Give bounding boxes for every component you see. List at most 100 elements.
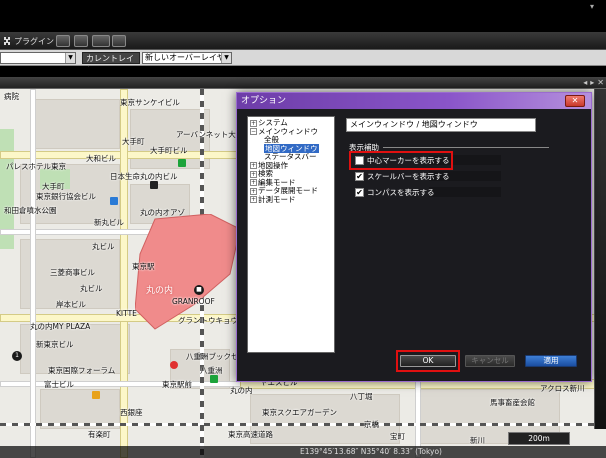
map-label: 八丁堀 [350,392,373,401]
right-dock-bar[interactable] [594,89,606,429]
main-toolbar: プラグイン [0,32,606,50]
map-label: 東京銀行協会ビル [36,192,96,201]
expand-icon[interactable]: + [250,162,257,169]
layers-icon[interactable] [112,35,126,47]
expand-icon[interactable]: + [250,119,257,127]
map-label: 大和ビル [86,154,116,163]
close-button[interactable]: ✕ [565,95,585,107]
prev-icon[interactable]: ◂ [583,78,587,87]
restaurant-icon[interactable] [92,391,100,399]
road [30,89,36,458]
expand-icon[interactable]: + [250,170,257,178]
options-tree[interactable]: + システム − メインウィンドウ 全般 地図ウィンドウ ステータスバー + 地図操作… [247,116,335,353]
close-icon: ✕ [571,96,579,105]
next-icon[interactable]: ▸ [590,78,594,87]
checkbox-checked[interactable]: ✔ [355,171,364,181]
map-label: GRANROOF [172,297,215,306]
layer-select[interactable]: 新しいオーバーレイヤー ▼ [142,52,232,72]
map-label: 丸の内 [230,386,253,395]
expand-icon[interactable]: + [250,196,257,203]
map-label: 新東京ビル [36,340,74,349]
highlight-box [396,350,460,372]
tree-item-label: 全般 [264,135,279,144]
map-label: 丸ビル [92,242,115,251]
zoom-icon[interactable] [56,35,70,47]
panel-title: メインウィンドウ / 地図ウィンドウ [346,118,536,132]
tree-item-measure-mode[interactable]: + 計測モード [250,194,334,205]
pane-buttons: ◂ ▸ ✕ [583,78,604,87]
map-pane-header: ◂ ▸ ✕ [0,77,606,89]
map-label: 新川 [470,436,485,445]
atm-icon[interactable] [110,197,118,205]
map-label: KITTE [116,309,137,318]
expand-icon[interactable]: + [250,179,257,186]
status-bar: E139°45′13.68″ N35°40′ 8.33″ (Tokyo) [0,446,606,458]
map-label: 丸の内オアゾ [140,208,185,217]
coordinates-readout: E139°45′13.68″ N35°40′ 8.33″ (Tokyo) [300,447,442,456]
railway [0,423,606,426]
map-label: 和田倉噴水公園 [4,206,57,215]
station-marker-icon[interactable]: ■ [194,285,204,295]
map-label: 有楽町 [88,430,111,439]
map-label: 日本生命丸の内ビル [110,172,178,181]
map-label: 岸本ビル [56,300,86,309]
plugin-button[interactable]: プラグイン [2,34,54,48]
plugin-icon [2,36,12,46]
tree-item-label: 計測モード [258,194,296,204]
map-label: アクロス新川 [540,384,585,393]
route-marker-icon[interactable]: 1 [12,351,22,361]
collapse-icon[interactable]: − [250,128,257,135]
tree-item-main-window[interactable]: − メインウィンドウ [250,127,334,137]
hospital-icon[interactable] [170,361,178,369]
map-label: 丸ビル [80,284,103,293]
option-scale-bar[interactable]: ✔ スケールバーを表示する [355,170,501,182]
chevron-down-icon[interactable]: ▼ [221,53,231,63]
map-label: 丸の内 [146,286,174,296]
expand-icon[interactable]: + [250,187,257,195]
map-label: パレスホテル東京 [6,162,66,171]
option-label: スケールバーを表示する [367,171,450,181]
close-pane-icon[interactable]: ✕ [597,78,604,87]
map-label: 東京スクエアガーデン [262,408,337,417]
map-label: 馬事畜産会館 [490,398,535,407]
apply-button[interactable]: 適用 [525,355,577,367]
chevron-down-icon[interactable]: ▼ [65,53,75,63]
top-menubar-area: ▾ [0,0,606,32]
map-label: 大手町ビル [150,146,188,155]
row-shade [429,187,501,197]
save-icon[interactable] [74,35,88,47]
checkbox-checked[interactable]: ✔ [355,187,364,197]
city-block [30,99,120,149]
layer-toolbar: ▼ カレントレイヤー 新しいオーバーレイヤー ▼ [0,50,606,75]
map-label: 東京国際フォーラム [48,366,116,375]
option-center-marker[interactable]: 中心マーカーを表示する [355,154,501,166]
map-label: 大手町 [122,137,145,146]
collapse-arrow-icon[interactable]: ▾ [590,2,600,11]
map-label: 東京高速道路 [228,430,273,439]
map-label: 新丸ビル [94,218,124,227]
option-label: コンパスを表示する [367,187,435,197]
options-dialog: オプション ✕ + システム − メインウィンドウ 全般 地図ウィンドウ ステータス… [236,92,592,382]
cancel-button[interactable]: キャンセル [465,355,515,367]
current-layer-label: カレントレイヤー [82,52,140,75]
scale-indicator: 200m [508,432,570,445]
print-icon[interactable] [92,35,110,47]
map-label: 西銀座 [120,408,143,417]
dialog-title: オプション [241,96,287,106]
map-label: 東京サンケイビル [120,98,180,107]
option-label: 中心マーカーを表示する [367,155,450,165]
map-label: 東京駅前 [162,380,192,389]
section-divider [383,147,549,148]
bank-icon[interactable] [150,181,158,189]
store-icon[interactable] [210,375,218,383]
dialog-titlebar[interactable]: オプション ✕ [237,93,591,109]
map-label: 京橋 [364,420,379,429]
map-select-combo[interactable]: ▼ [0,52,76,64]
settings-panel: メインウィンドウ / 地図ウィンドウ 表示補助 中心マーカーを表示する ✔ スケ… [343,116,583,353]
checkbox-unchecked[interactable] [355,155,364,165]
map-label: 三菱商事ビル [50,268,95,277]
map-label: 丸の内MY PLAZA [30,322,91,331]
shop-icon[interactable] [178,159,186,167]
app-window: ▾ プラグイン ▼ カレントレイヤー 新しいオーバーレイヤー ▼ ◂ ▸ ✕ [0,0,606,458]
option-compass[interactable]: ✔ コンパスを表示する [355,186,501,198]
